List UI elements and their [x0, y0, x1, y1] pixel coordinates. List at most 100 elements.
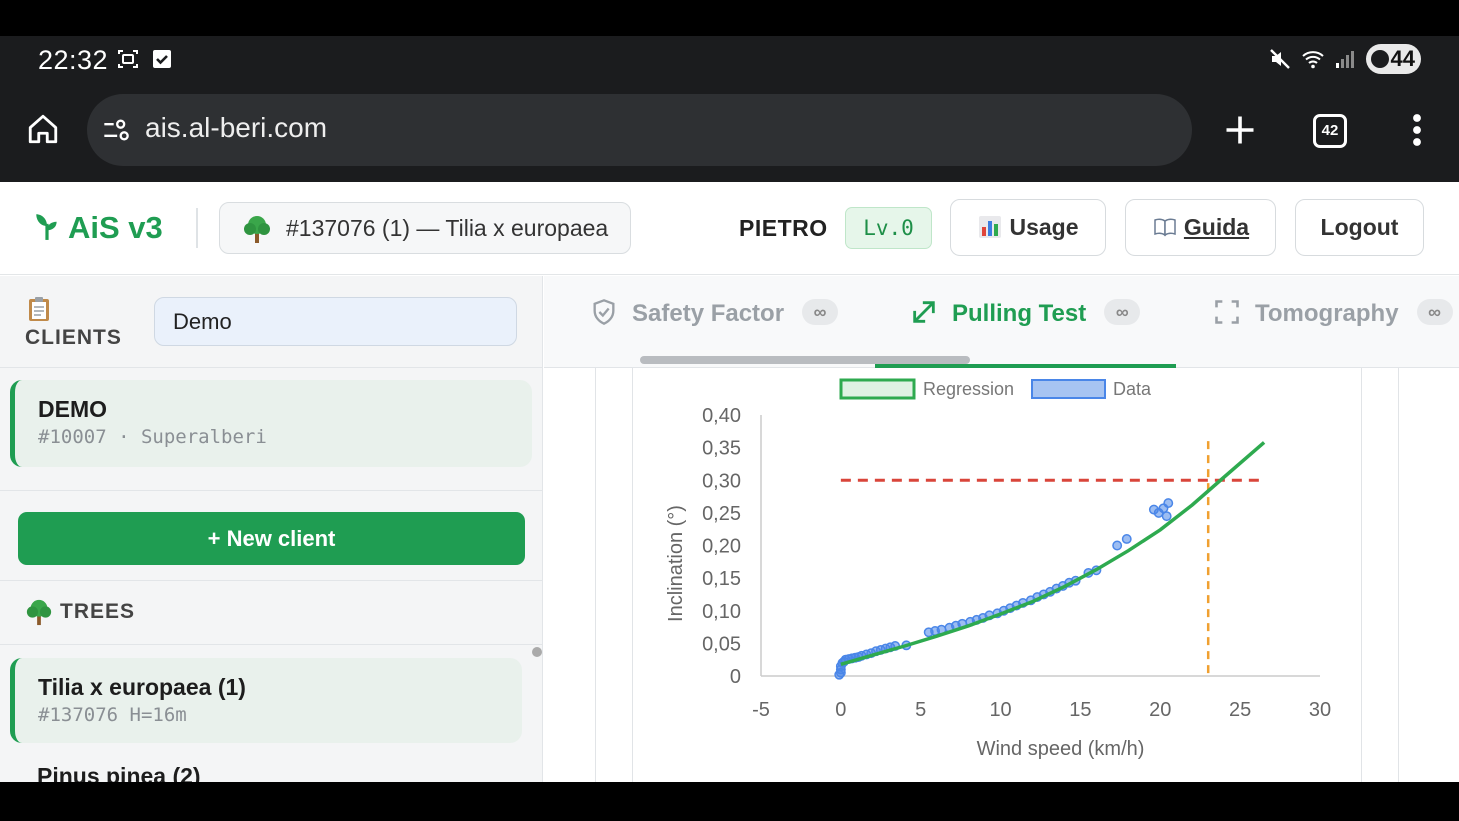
tab-badge: ∞	[802, 299, 839, 325]
user-name: PIETRO	[739, 215, 828, 241]
tree-selector[interactable]: #137076 (1) — Tilia x europaea	[219, 202, 631, 254]
status-bar: 22:32 44	[0, 36, 1459, 82]
data-point	[1112, 540, 1123, 551]
x-tick-label: 0	[835, 699, 846, 721]
y-axis-label: Inclination (°)	[665, 505, 687, 622]
tab-label: Safety Factor	[632, 300, 785, 327]
x-tick-label: 25	[1229, 699, 1251, 721]
screenshot-icon	[118, 50, 138, 68]
clients-section-header: CLIENTS	[0, 276, 542, 368]
x-axis-label: Wind speed (km/h)	[977, 738, 1145, 760]
new-client-button[interactable]: + New client	[18, 512, 525, 565]
expand-icon	[1215, 300, 1239, 324]
x-tick-label: 10	[989, 699, 1011, 721]
x-tick-label: 30	[1309, 699, 1331, 721]
brand-name: AiS v3	[68, 210, 163, 245]
x-tick-label: -5	[752, 699, 770, 721]
wifi-icon	[1302, 51, 1324, 69]
y-tick-label: 0,35	[702, 438, 741, 460]
tab-switcher-icon[interactable]: 42	[1313, 114, 1347, 148]
legend-data-label: Data	[1113, 379, 1152, 399]
tree-icon	[244, 216, 270, 243]
guide-button[interactable]: Guida	[1125, 199, 1276, 256]
y-tick-label: 0,10	[702, 601, 741, 623]
tree-list-item[interactable]: Pinus pinea (2)	[37, 763, 201, 782]
divider	[0, 490, 542, 491]
chart-panel: Regression Data -5 0 5 10 15 20 25 30 0 0,05 0,10 0,…	[544, 368, 1459, 782]
data-point	[1161, 511, 1172, 522]
battery-leaf-icon	[1371, 50, 1389, 68]
tab-tomography[interactable]: Tomography ∞	[1213, 276, 1453, 368]
x-tick-label: 5	[915, 699, 926, 721]
scrollbar[interactable]	[532, 647, 542, 657]
browser-toolbar: ais.al-beri.com 42	[0, 82, 1459, 182]
tab-pulling-test[interactable]: Pulling Test ∞	[875, 276, 1176, 368]
trees-label: TREES	[60, 600, 136, 623]
client-card[interactable]: DEMO #10007 · Superalberi	[10, 380, 532, 467]
y-tick-label: 0	[730, 666, 741, 688]
guide-label: Guida	[1183, 214, 1250, 240]
clipboard-icon	[29, 297, 49, 321]
tab-badge: ∞	[1416, 299, 1453, 325]
usage-label: Usage	[1009, 214, 1079, 240]
usage-button[interactable]: Usage	[950, 199, 1106, 256]
new-tab-icon[interactable]	[1222, 112, 1258, 148]
client-search-input[interactable]	[154, 297, 517, 346]
clients-label: CLIENTS	[25, 326, 122, 349]
x-tick-label: 20	[1149, 699, 1171, 721]
y-tick-label: 0,40	[702, 405, 741, 427]
app-container: AiS v3 #137076 (1) — Tilia x europaea PI…	[0, 182, 1459, 782]
tab-badge: ∞	[1104, 299, 1141, 325]
tabs-scrollbar[interactable]	[640, 356, 970, 364]
x-tick-label: 15	[1069, 699, 1091, 721]
pulling-test-chart: Regression Data -5 0 5 10 15 20 25 30 0 0,05 0,10 0,…	[665, 378, 1331, 760]
system-nav-bar	[0, 782, 1459, 821]
shield-icon	[593, 299, 615, 325]
tree-selector-label: #137076 (1) — Tilia x europaea	[286, 215, 609, 241]
book-icon	[1154, 218, 1176, 237]
data-point	[1163, 498, 1174, 509]
tree-icon	[26, 599, 52, 626]
y-tick-label: 0,15	[702, 568, 741, 590]
brand-logo[interactable]: AiS v3	[34, 210, 163, 246]
tree-list-item[interactable]: Tilia x europaea (1) #137076 H=16m	[10, 658, 522, 743]
mute-icon	[1270, 49, 1290, 69]
bar-chart-icon	[979, 216, 1002, 238]
y-tick-label: 0,20	[702, 536, 741, 558]
data-point	[1121, 534, 1132, 544]
checkbox-icon	[153, 50, 171, 68]
client-name: DEMO	[38, 396, 107, 422]
y-tick-label: 0,05	[702, 633, 741, 655]
diagonal-arrow-icon	[913, 301, 935, 323]
address-bar[interactable]: ais.al-beri.com	[87, 94, 1192, 166]
divider	[0, 580, 542, 581]
battery-icon: 44	[1366, 44, 1421, 74]
home-icon[interactable]	[26, 112, 60, 146]
tab-label: Pulling Test	[952, 300, 1087, 327]
status-time: 22:32	[38, 45, 109, 75]
sprout-icon	[36, 214, 57, 240]
phone-screen: 22:32 44 ais.al-beri.com 42 AiS v3 #1370…	[0, 0, 1459, 821]
tree-name: Tilia x europaea (1)	[38, 674, 246, 700]
url-text[interactable]: ais.al-beri.com	[145, 112, 327, 144]
logout-label: Logout	[1320, 214, 1399, 240]
more-menu-icon[interactable]	[1404, 112, 1430, 148]
tab-bar: Safety Factor ∞ Pulling Test ∞ Tomography ∞	[544, 276, 1459, 368]
site-settings-icon[interactable]	[101, 116, 131, 144]
header-divider	[196, 208, 198, 248]
client-sub: #10007 · Superalberi	[38, 426, 267, 448]
tab-safety-factor[interactable]: Safety Factor ∞	[590, 276, 839, 368]
legend-regression-swatch	[839, 378, 916, 400]
legend-data-swatch	[1031, 379, 1106, 399]
divider	[0, 644, 542, 645]
tab-label: Tomography	[1255, 300, 1399, 327]
logout-button[interactable]: Logout	[1295, 199, 1424, 256]
regression-line	[840, 441, 1266, 666]
signal-icon	[1336, 51, 1354, 68]
y-tick-label: 0,30	[702, 470, 741, 492]
app-header: AiS v3 #137076 (1) — Tilia x europaea PI…	[0, 182, 1459, 275]
sidebar: CLIENTS DEMO #10007 · Superalberi + New …	[0, 276, 543, 782]
battery-level: 44	[1390, 46, 1415, 71]
tree-sub: #137076 H=16m	[38, 704, 187, 726]
level-badge: Lv.0	[845, 207, 932, 249]
